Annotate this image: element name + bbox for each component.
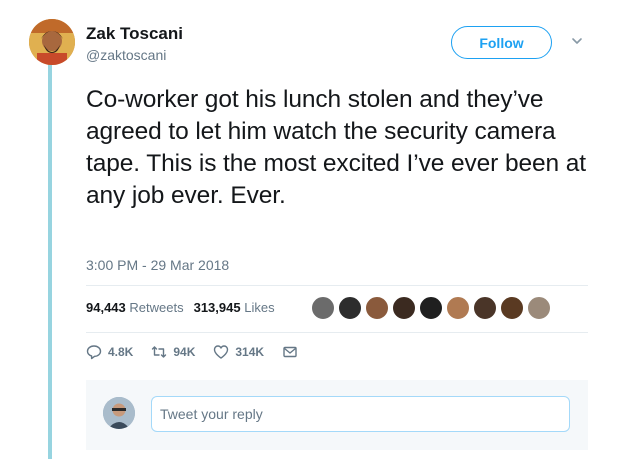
liker-avatar[interactable] — [392, 296, 416, 320]
liker-avatar[interactable] — [500, 296, 524, 320]
like-count: 314K — [235, 345, 265, 359]
likes-label: Likes — [244, 300, 275, 315]
author-name[interactable]: Zak Toscani — [86, 24, 183, 44]
liker-avatars — [311, 296, 551, 320]
divider — [86, 332, 588, 333]
retweet-button[interactable]: 94K — [151, 344, 195, 360]
retweets-count: 94,443 — [86, 300, 126, 315]
like-button[interactable]: 314K — [213, 344, 264, 360]
retweets-stat[interactable]: 94,443 Retweets — [86, 300, 184, 315]
current-user-avatar — [103, 397, 135, 429]
liker-avatar[interactable] — [527, 296, 551, 320]
envelope-icon — [283, 346, 297, 358]
reply-count: 4.8K — [108, 345, 134, 359]
liker-avatar[interactable] — [446, 296, 470, 320]
liker-avatar[interactable] — [365, 296, 389, 320]
author-handle[interactable]: @zaktoscani — [86, 47, 166, 63]
heart-icon — [214, 345, 229, 359]
retweet-count: 94K — [173, 345, 196, 359]
retweet-icon — [152, 346, 167, 358]
reply-button[interactable]: 4.8K — [86, 344, 133, 360]
tweet-timestamp[interactable]: 3:00 PM - 29 Mar 2018 — [86, 257, 229, 273]
avatar[interactable] — [29, 19, 75, 65]
tweet-text: Co-worker got his lunch stolen and they’… — [86, 86, 586, 209]
chevron-down-icon[interactable] — [570, 34, 584, 48]
thread-line — [48, 62, 52, 459]
reply-input[interactable]: Tweet your reply — [151, 396, 570, 432]
follow-button[interactable]: Follow — [451, 26, 552, 59]
liker-avatar[interactable] — [311, 296, 335, 320]
liker-avatar[interactable] — [338, 296, 362, 320]
retweets-label: Retweets — [129, 300, 184, 315]
divider — [86, 285, 588, 286]
tweet-stats: 94,443 Retweets 313,945 Likes — [86, 300, 275, 315]
direct-message-button[interactable] — [282, 344, 298, 360]
tweet-actions: 4.8K 94K 314K — [86, 344, 316, 360]
likes-stat[interactable]: 313,945 Likes — [194, 300, 275, 315]
liker-avatar[interactable] — [473, 296, 497, 320]
reply-icon — [86, 345, 102, 360]
likes-count: 313,945 — [193, 300, 241, 315]
liker-avatar[interactable] — [419, 296, 443, 320]
